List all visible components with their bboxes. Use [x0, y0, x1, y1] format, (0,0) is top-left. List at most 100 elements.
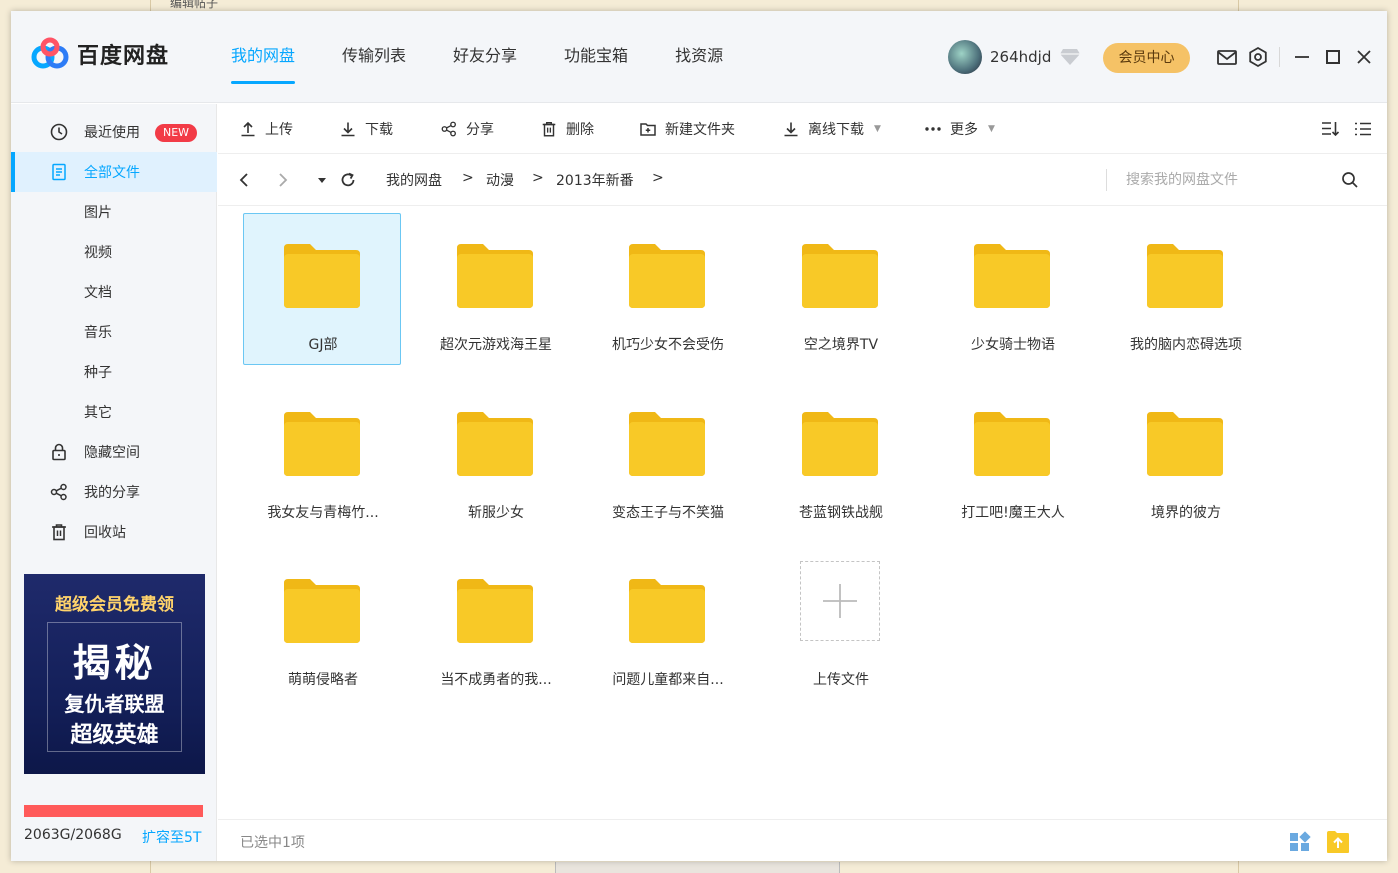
folder-item[interactable]: GJ部 [243, 213, 401, 365]
folder-item[interactable]: 问题儿童都来自... [588, 548, 746, 700]
delete-button[interactable]: 删除 [540, 104, 594, 154]
file-icon [52, 163, 66, 181]
breadcrumb-item[interactable]: 我的网盘 [386, 170, 442, 190]
sidebar-item-videos[interactable]: 视频 [11, 232, 217, 272]
clock-icon [50, 123, 68, 141]
folder-item[interactable]: 我女友与青梅竹... [243, 381, 401, 533]
folder-item[interactable]: 空之境界TV [761, 213, 919, 365]
breadcrumb-item[interactable]: 动漫 [486, 170, 514, 190]
trash-icon [542, 121, 556, 137]
sidebar-item-label: 最近使用 [84, 125, 140, 141]
folder-item[interactable]: 机巧少女不会受伤 [588, 213, 746, 365]
history-dropdown-icon[interactable] [312, 170, 332, 190]
folder-name: 萌萌侵略者 [288, 672, 358, 688]
sidebar-item-other[interactable]: 其它 [11, 392, 217, 432]
breadcrumb-item[interactable]: 2013年新番 [556, 170, 634, 190]
sidebar-item-label: 音乐 [84, 325, 112, 341]
sidebar-item-images[interactable]: 图片 [11, 192, 217, 232]
list-view-icon[interactable] [1353, 119, 1373, 139]
settings-icon[interactable] [1247, 46, 1269, 68]
tab-transfer-list[interactable]: 传输列表 [342, 11, 406, 103]
folder-item[interactable]: 我的脑内恋碍选项 [1106, 213, 1264, 365]
offline-download-button[interactable]: 离线下载 ▼ [782, 104, 881, 154]
storage-quota-text: 2063G/2068G [24, 827, 122, 843]
avatar[interactable] [948, 40, 982, 74]
offline-download-icon [784, 122, 798, 137]
window-controls-divider [1279, 47, 1280, 67]
selection-count: 已选中1项 [240, 835, 305, 851]
sidebar-item-recent[interactable]: 最近使用 NEW [11, 112, 217, 152]
sidebar-item-documents[interactable]: 文档 [11, 272, 217, 312]
close-icon[interactable] [1353, 46, 1375, 68]
sidebar-item-all-files[interactable]: 全部文件 [11, 152, 217, 192]
new-folder-icon [640, 123, 656, 136]
forward-icon[interactable] [273, 170, 293, 190]
sidebar-item-recycle-bin[interactable]: 回收站 [11, 512, 217, 552]
more-button[interactable]: 更多 ▼ [924, 104, 995, 154]
upload-icon [241, 121, 255, 137]
search-input[interactable] [1126, 167, 1326, 193]
upload-button[interactable]: 上传 [239, 104, 293, 154]
maximize-icon[interactable] [1322, 46, 1344, 68]
grid-view-icon[interactable] [1288, 830, 1312, 854]
file-grid: GJ部 超次元游戏海王星 机巧少女不会受伤 空之境界TV 少女骑士物语 我的脑内… [218, 207, 1387, 819]
promo-banner[interactable]: 超级会员免费领 揭秘 复仇者联盟 超级英雄 [24, 574, 205, 774]
folder-name: 少女骑士物语 [971, 337, 1055, 353]
tab-find-resources[interactable]: 找资源 [675, 11, 723, 103]
folder-name: GJ部 [308, 337, 338, 353]
folder-name: 我的脑内恋碍选项 [1130, 337, 1242, 353]
folder-name: 空之境界TV [803, 337, 879, 353]
folder-item[interactable]: 打工吧!魔王大人 [933, 381, 1091, 533]
folder-item[interactable]: 斩服少女 [416, 381, 574, 533]
search-icon[interactable] [1340, 170, 1360, 190]
sidebar-item-hidden-space[interactable]: 隐藏空间 [11, 432, 217, 472]
folder-item[interactable]: 超次元游戏海王星 [416, 213, 574, 365]
folder-icon [802, 244, 878, 308]
sidebar-item-torrents[interactable]: 种子 [11, 352, 217, 392]
minimize-icon[interactable] [1291, 46, 1313, 68]
tab-toolbox[interactable]: 功能宝箱 [564, 11, 628, 103]
username[interactable]: 264hdjd [990, 48, 1051, 66]
sort-icon[interactable] [1320, 119, 1340, 139]
search-divider [1106, 169, 1107, 191]
folder-name: 苍蓝钢铁战舰 [799, 505, 883, 521]
folder-item[interactable]: 苍蓝钢铁战舰 [761, 381, 919, 533]
folder-icon [457, 412, 533, 476]
folder-icon [457, 244, 533, 308]
folder-item[interactable]: 变态王子与不笑猫 [588, 381, 746, 533]
mail-icon[interactable] [1216, 46, 1238, 68]
refresh-icon[interactable] [338, 170, 358, 190]
upload-file-tile[interactable]: 上传文件 [761, 548, 919, 700]
user-area[interactable]: 264hdjd [948, 40, 1081, 74]
toolbar: 上传 下载 分享 删除 新建文件夹 离线下载 ▼ 更多 ▼ [218, 104, 1387, 154]
share-button[interactable]: 分享 [440, 104, 494, 154]
folder-icon [1147, 244, 1223, 308]
tab-my-netdisk[interactable]: 我的网盘 [231, 11, 296, 103]
trash-icon [52, 524, 66, 541]
folder-item[interactable]: 萌萌侵略者 [243, 548, 401, 700]
new-folder-button[interactable]: 新建文件夹 [639, 104, 735, 154]
back-icon[interactable] [234, 170, 254, 190]
folder-item[interactable]: 境界的彼方 [1106, 381, 1264, 533]
folder-icon [802, 412, 878, 476]
main-nav: 我的网盘 传输列表 好友分享 功能宝箱 找资源 [231, 11, 770, 103]
lock-icon [52, 443, 66, 461]
promo-headline: 超级会员免费领 [55, 595, 174, 615]
sidebar-item-label: 其它 [84, 405, 112, 421]
folder-name: 斩服少女 [468, 505, 524, 521]
expand-storage-link[interactable]: 扩容至5T [142, 827, 201, 847]
upload-dropzone[interactable] [800, 561, 880, 641]
member-center-button[interactable]: 会员中心 [1103, 43, 1190, 73]
new-badge: NEW [155, 124, 198, 142]
download-button[interactable]: 下载 [339, 104, 393, 154]
folder-name: 超次元游戏海王星 [440, 337, 552, 353]
share-icon [50, 483, 67, 501]
upload-folder-icon[interactable] [1326, 830, 1350, 854]
folder-icon [629, 244, 705, 308]
sidebar-item-music[interactable]: 音乐 [11, 312, 217, 352]
folder-item[interactable]: 当不成勇者的我... [416, 548, 574, 700]
folder-item[interactable]: 少女骑士物语 [933, 213, 1091, 365]
sidebar-item-my-shares[interactable]: 我的分享 [11, 472, 217, 512]
tab-friend-share[interactable]: 好友分享 [453, 11, 517, 103]
app-window: 百度网盘 我的网盘 传输列表 好友分享 功能宝箱 找资源 264hdjd 会员中… [11, 11, 1387, 861]
